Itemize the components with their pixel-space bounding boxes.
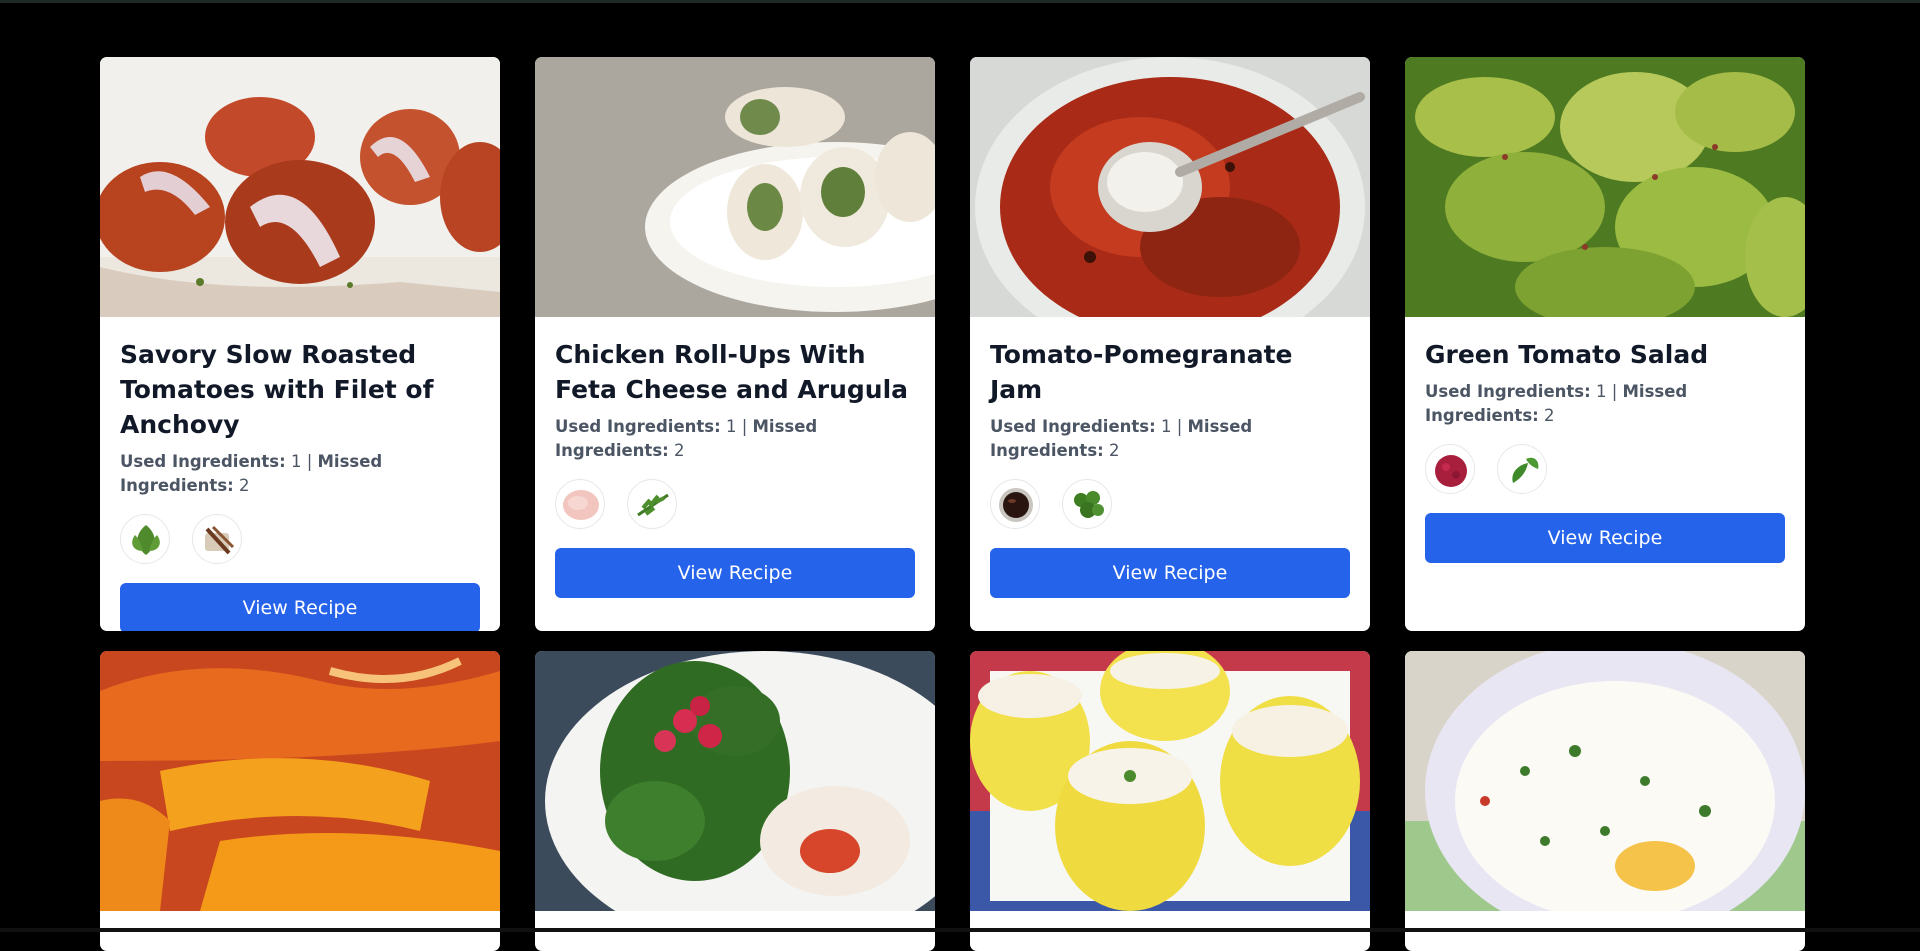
recipe-title: Savory Slow Roasted Tomatoes with Filet …	[120, 340, 434, 439]
recipe-card	[970, 651, 1370, 951]
used-label: Used Ingredients:	[555, 417, 721, 436]
separator: |	[741, 417, 748, 436]
recipe-image-green-tomato-salad[interactable]	[1405, 57, 1805, 317]
ingredient-list	[555, 479, 915, 529]
ingredient-anchovy-fillets-image	[192, 514, 242, 564]
recipe-image-roasted-tomatoes[interactable]	[100, 57, 500, 317]
used-count: 1	[290, 452, 302, 471]
used-count: 1	[1595, 382, 1607, 401]
missed-count: 2	[239, 476, 250, 495]
recipe-card: Chicken Roll-Ups With Feta Cheese and Ar…	[535, 57, 935, 631]
ingredient-list	[1425, 444, 1785, 494]
recipe-card: Tomato-Pomegranate Jam Used Ingredients:…	[970, 57, 1370, 631]
view-recipe-button[interactable]: View Recipe	[990, 548, 1350, 598]
ingredient-chicken-breast-image	[555, 479, 605, 529]
ingredient-sumac-image	[1425, 444, 1475, 494]
recipe-title: Chicken Roll-Ups With Feta Cheese and Ar…	[555, 340, 909, 404]
ingredient-list	[990, 479, 1350, 529]
view-recipe-button[interactable]: View Recipe	[555, 548, 915, 598]
recipe-grid: Savory Slow Roasted Tomatoes with Filet …	[100, 57, 1805, 951]
separator: |	[1176, 417, 1183, 436]
ingredient-counts: Used Ingredients: 1 | Missed Ingredients…	[990, 415, 1350, 463]
bottom-edge	[0, 928, 1920, 932]
recipe-card	[535, 651, 935, 951]
recipe-title: Tomato-Pomegranate Jam	[990, 340, 1293, 404]
used-label: Used Ingredients:	[120, 452, 286, 471]
missed-count: 2	[674, 441, 685, 460]
ingredient-mint-sprig-image	[1497, 444, 1547, 494]
recipe-card	[1405, 651, 1805, 951]
recipe-card: Savory Slow Roasted Tomatoes with Filet …	[100, 57, 500, 631]
ingredient-list	[120, 514, 480, 564]
recipe-image-chicken-rollups[interactable]	[535, 57, 935, 317]
recipe-image-spinach-raspberry[interactable]	[535, 651, 935, 911]
recipe-card: Green Tomato Salad Used Ingredients: 1 |…	[1405, 57, 1805, 631]
ingredient-parsley-image	[1062, 479, 1112, 529]
ingredient-mint-leaves-image	[120, 514, 170, 564]
used-label: Used Ingredients:	[1425, 382, 1591, 401]
recipe-image-tomato-jam[interactable]	[970, 57, 1370, 317]
recipe-image-stuffed-lemons[interactable]	[970, 651, 1370, 911]
missed-count: 2	[1544, 406, 1555, 425]
view-recipe-button[interactable]: View Recipe	[120, 583, 480, 631]
ingredient-counts: Used Ingredients: 1 | Missed Ingredients…	[555, 415, 915, 463]
ingredient-counts: Used Ingredients: 1 | Missed Ingredients…	[120, 450, 480, 498]
recipe-card	[100, 651, 500, 951]
missed-count: 2	[1109, 441, 1120, 460]
used-count: 1	[725, 417, 737, 436]
used-count: 1	[1160, 417, 1172, 436]
used-label: Used Ingredients:	[990, 417, 1156, 436]
recipe-image-baked-eggs[interactable]	[1405, 651, 1805, 911]
separator: |	[1611, 382, 1618, 401]
view-recipe-button[interactable]: View Recipe	[1425, 513, 1785, 563]
ingredient-pomegranate-molasses-image	[990, 479, 1040, 529]
recipe-title: Green Tomato Salad	[1425, 340, 1709, 369]
separator: |	[306, 452, 313, 471]
ingredient-arugula-image	[627, 479, 677, 529]
ingredient-counts: Used Ingredients: 1 | Missed Ingredients…	[1425, 380, 1785, 428]
top-edge	[0, 0, 1920, 3]
recipe-image-roasted-peppers[interactable]	[100, 651, 500, 911]
